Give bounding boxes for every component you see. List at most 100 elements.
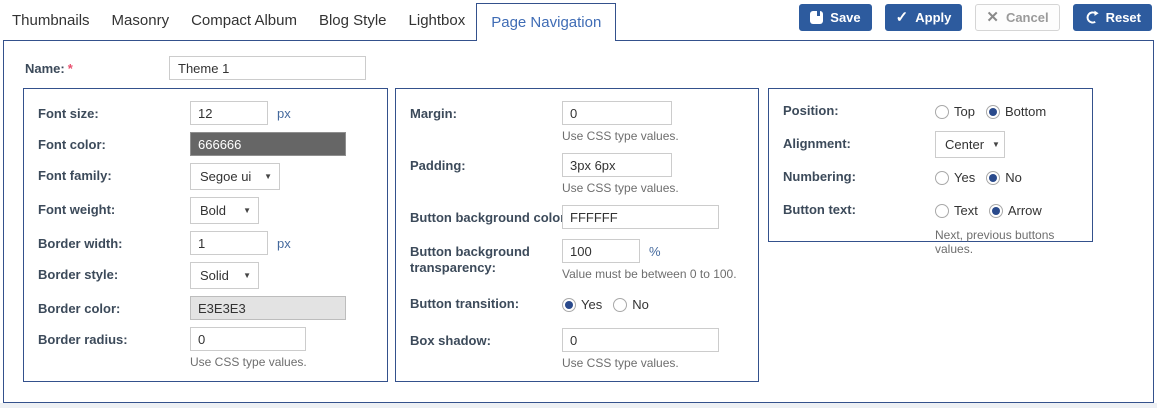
border-color-row: Border color:	[38, 296, 373, 320]
tab-page-navigation[interactable]: Page Navigation	[476, 3, 616, 40]
padding-label: Padding:	[410, 153, 562, 195]
tab-lightbox[interactable]: Lightbox	[398, 0, 477, 40]
chevron-down-icon: ▼	[243, 271, 251, 280]
radio-icon[interactable]	[935, 105, 949, 119]
font-family-label: Font family:	[38, 163, 190, 190]
border-radius-row: Border radius: Use CSS type values.	[38, 327, 373, 369]
radio-icon[interactable]	[935, 204, 949, 218]
position-option-bottom[interactable]: Bottom	[986, 104, 1046, 119]
chevron-down-icon: ▼	[243, 206, 251, 215]
radio-icon[interactable]	[935, 171, 949, 185]
radio-icon[interactable]	[613, 298, 627, 312]
css-values-hint: Use CSS type values.	[562, 356, 719, 370]
navigation-settings-group: Position: Top Bottom Alignment: Center	[768, 88, 1093, 242]
save-icon	[810, 11, 823, 24]
apply-button[interactable]: ✓ Apply	[885, 4, 963, 31]
numbering-option-no[interactable]: No	[986, 170, 1022, 185]
padding-input[interactable]	[562, 153, 672, 177]
theme-name-row: Name:*	[4, 41, 1153, 88]
page-navigation-settings-panel: Name:* Font size: px Font color: Font fa…	[3, 40, 1154, 403]
required-asterisk: *	[68, 61, 73, 76]
box-shadow-input[interactable]	[562, 328, 719, 352]
radio-icon[interactable]	[986, 171, 1000, 185]
button-bg-color-label: Button background color:	[410, 205, 562, 229]
button-transition-radio-group: Yes No	[562, 291, 660, 318]
tab-bar: Thumbnails Masonry Compact Album Blog St…	[0, 0, 1157, 40]
save-button[interactable]: Save	[799, 4, 871, 31]
font-weight-value: Bold	[200, 203, 226, 218]
font-weight-row: Font weight: Bold ▼	[38, 197, 373, 224]
button-bg-transparency-row: Button background transparency: % Value …	[410, 239, 744, 281]
position-radio-group: Top Bottom	[935, 98, 1057, 125]
font-size-input[interactable]	[190, 101, 268, 125]
alignment-row: Alignment: Center ▼	[783, 131, 1078, 158]
theme-name-input[interactable]	[169, 56, 366, 80]
spacing-button-settings-group: Margin: Use CSS type values. Padding: Us…	[395, 88, 759, 382]
cancel-button[interactable]: ✕ Cancel	[975, 4, 1059, 31]
border-width-label: Border width:	[38, 231, 190, 255]
numbering-option-yes[interactable]: Yes	[935, 170, 975, 185]
button-text-label: Button text:	[783, 197, 935, 256]
radio-icon[interactable]	[989, 204, 1003, 218]
button-transition-option-no[interactable]: No	[613, 297, 649, 312]
border-style-label: Border style:	[38, 262, 190, 289]
border-color-label: Border color:	[38, 296, 190, 320]
alignment-select[interactable]: Center ▼	[935, 131, 1005, 158]
border-radius-input[interactable]	[190, 327, 306, 351]
radio-icon[interactable]	[986, 105, 1000, 119]
button-text-row: Button text: Text Arrow Next, previous b…	[783, 197, 1078, 256]
close-icon: ✕	[986, 10, 999, 25]
numbering-row: Numbering: Yes No	[783, 164, 1078, 191]
font-color-input[interactable]	[190, 132, 346, 156]
border-radius-label: Border radius:	[38, 327, 190, 369]
button-bg-transparency-input[interactable]	[562, 239, 640, 263]
margin-label: Margin:	[410, 101, 562, 143]
padding-row: Padding: Use CSS type values.	[410, 153, 744, 195]
font-weight-select[interactable]: Bold ▼	[190, 197, 259, 224]
alignment-value: Center	[945, 137, 984, 152]
chevron-down-icon: ▼	[992, 140, 1000, 149]
px-suffix: px	[277, 236, 291, 251]
button-transition-label: Button transition:	[410, 291, 562, 318]
tab-compact-album[interactable]: Compact Album	[180, 0, 308, 40]
button-transition-row: Button transition: Yes No	[410, 291, 744, 318]
numbering-radio-group: Yes No	[935, 164, 1033, 191]
font-family-value: Segoe ui	[200, 169, 251, 184]
check-icon: ✓	[896, 10, 909, 25]
border-width-row: Border width: px	[38, 231, 373, 255]
border-color-input[interactable]	[190, 296, 346, 320]
settings-columns: Font size: px Font color: Font family: S…	[4, 88, 1153, 382]
button-bg-color-row: Button background color:	[410, 205, 744, 229]
toolbar: Save ✓ Apply ✕ Cancel Reset	[799, 4, 1152, 31]
button-bg-color-input[interactable]	[562, 205, 719, 229]
button-text-option-text[interactable]: Text	[935, 203, 978, 218]
css-values-hint: Use CSS type values.	[190, 355, 307, 369]
border-style-value: Solid	[200, 268, 229, 283]
reset-button[interactable]: Reset	[1073, 4, 1152, 31]
percent-suffix: %	[649, 244, 661, 259]
css-values-hint: Use CSS type values.	[562, 181, 679, 195]
border-style-select[interactable]: Solid ▼	[190, 262, 259, 289]
position-option-top[interactable]: Top	[935, 104, 975, 119]
border-style-row: Border style: Solid ▼	[38, 262, 373, 289]
radio-icon[interactable]	[562, 298, 576, 312]
tabs-list: Thumbnails Masonry Compact Album Blog St…	[0, 0, 616, 40]
tab-thumbnails[interactable]: Thumbnails	[1, 0, 101, 40]
alignment-label: Alignment:	[783, 131, 935, 158]
button-text-option-arrow[interactable]: Arrow	[989, 203, 1042, 218]
font-color-row: Font color:	[38, 132, 373, 156]
chevron-down-icon: ▼	[264, 172, 272, 181]
font-size-row: Font size: px	[38, 101, 373, 125]
position-label: Position:	[783, 98, 935, 125]
box-shadow-row: Box shadow: Use CSS type values.	[410, 328, 744, 370]
margin-input[interactable]	[562, 101, 672, 125]
font-size-label: Font size:	[38, 101, 190, 125]
border-width-input[interactable]	[190, 231, 268, 255]
tab-blog-style[interactable]: Blog Style	[308, 0, 398, 40]
tab-masonry[interactable]: Masonry	[101, 0, 181, 40]
font-family-select[interactable]: Segoe ui ▼	[190, 163, 280, 190]
font-border-settings-group: Font size: px Font color: Font family: S…	[23, 88, 388, 382]
font-weight-label: Font weight:	[38, 197, 190, 224]
name-label: Name:*	[25, 56, 169, 77]
button-transition-option-yes[interactable]: Yes	[562, 297, 602, 312]
